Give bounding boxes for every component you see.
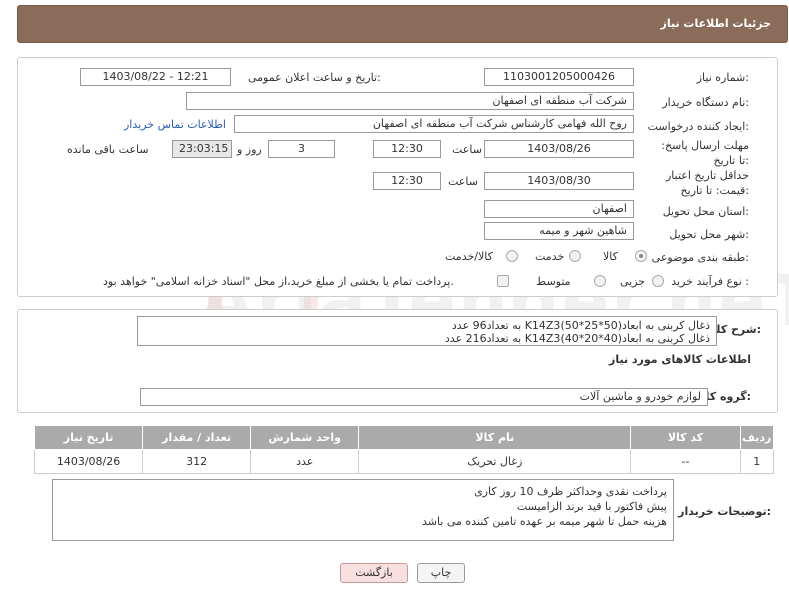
goods-group-field: لوازم خودرو و ماشین آلات [140,388,708,406]
validity-label: حداقل تاریخ اعتبار قیمت: تا تاریخ: [665,169,749,197]
description-field: ذغال کربنی به ابعاد(50*25*50)K14Z3 به تع… [137,316,717,346]
deadline-time-field: 12:30 [373,140,441,158]
deadline-date-field: 1403/08/26 [484,140,634,158]
validity-time-field: 12:30 [373,172,441,190]
category-option-service: خدمت [535,250,565,263]
deadline-label: مهلت ارسال پاسخ: تا تاریخ: [661,139,749,167]
cell-code: -- [630,449,741,474]
category-option-goods: کالا [603,250,618,263]
col-header-name: نام کالا [358,425,632,450]
buyer-notes-field: پرداخت نقدی وحداکثر ظرف 10 روز کاری پیش … [52,479,674,541]
header-bar: جزئیات اطلاعات نیاز [17,5,788,43]
category-label: طبقه بندی موضوعی: [651,251,749,264]
description-line: ذغال کربنی به ابعاد(50*25*50)K14Z3 به تع… [451,319,710,332]
cell-name: زغال تحریک [358,449,632,474]
contact-info-link[interactable]: اطلاعات تماس خریدار [124,118,226,131]
back-button[interactable]: بازگشت [340,563,408,583]
cell-unit: عدد [250,449,360,474]
payment-note: پرداخت تمام یا بخشی از مبلغ خرید،از محل … [103,275,454,288]
category-radio-goods[interactable] [635,250,647,262]
page-title: جزئیات اطلاعات نیاز [660,17,772,30]
remaining-label: ساعت باقی مانده [67,143,149,156]
buyer-org-field: شرکت آب منطقه ای اصفهان [186,92,634,110]
category-option-goods-service: کالا/خدمت [445,250,493,263]
buyer-note-line: پیش فاکتور با قید برند الزامیست [516,500,667,513]
creator-label: ایجاد کننده درخواست: [647,120,749,133]
category-radio-service[interactable] [569,250,581,262]
announce-field: 1403/08/22 - 12:21 [80,68,231,86]
creator-field: روح الله فهامی کارشناس شرکت آب منطقه ای … [234,115,634,133]
col-header-quantity: تعداد / مقدار [142,425,252,450]
print-button[interactable]: چاپ [417,563,465,583]
buyer-notes-label: توضیحات خریدار: [678,505,771,518]
table-row: 1 -- زغال تحریک عدد 312 1403/08/26 [33,449,775,474]
treasury-checkbox[interactable] [497,275,509,287]
col-header-unit: واحد شمارش [250,425,360,450]
remaining-time-field: 23:03:15 [172,140,232,158]
col-header-row-number: ردیف [739,425,775,450]
province-field: اصفهان [484,200,634,218]
process-label: نوع فرآیند خرید : [671,275,749,288]
category-radio-goods-service[interactable] [506,250,518,262]
deadline-time-label: ساعت [452,143,482,156]
city-field: شاهین شهر و میمه [484,222,634,240]
city-label: شهر محل تحویل: [669,228,749,241]
need-number-label: شماره نیاز: [696,71,749,84]
announce-label: تاریخ و ساعت اعلان عمومی: [248,71,381,84]
col-header-need-date: تاریخ نیاز [33,425,144,450]
buyer-note-line: پرداخت نقدی وحداکثر ظرف 10 روز کاری [474,485,667,498]
need-number-field: 1103001205000426 [484,68,634,86]
days-label: روز و [237,143,262,156]
buyer-org-label: نام دستگاه خریدار: [662,96,749,109]
days-field: 3 [268,140,335,158]
validity-time-label: ساعت [448,175,478,188]
validity-date-field: 1403/08/30 [484,172,634,190]
cell-need-date: 1403/08/26 [33,449,144,474]
goods-section-title: اطلاعات کالاهای مورد نیاز [609,353,751,366]
process-radio-medium[interactable] [594,275,606,287]
process-radio-minor[interactable] [652,275,664,287]
cell-row-number: 1 [739,449,775,474]
items-table: ردیف کد کالا نام کالا واحد شمارش تعداد /… [33,425,775,474]
process-option-minor: جزیی [620,275,646,288]
cell-quantity: 312 [142,449,252,474]
buyer-note-line: هزینه حمل تا شهر میمه بر عهده تامین کنند… [421,515,667,528]
province-label: استان محل تحویل: [662,205,749,218]
col-header-code: کد کالا [630,425,741,450]
process-option-medium: متوسط [536,275,571,288]
description-line: ذغال کربنی به ابعاد(40*20*40)K14Z3 به تع… [444,332,710,345]
